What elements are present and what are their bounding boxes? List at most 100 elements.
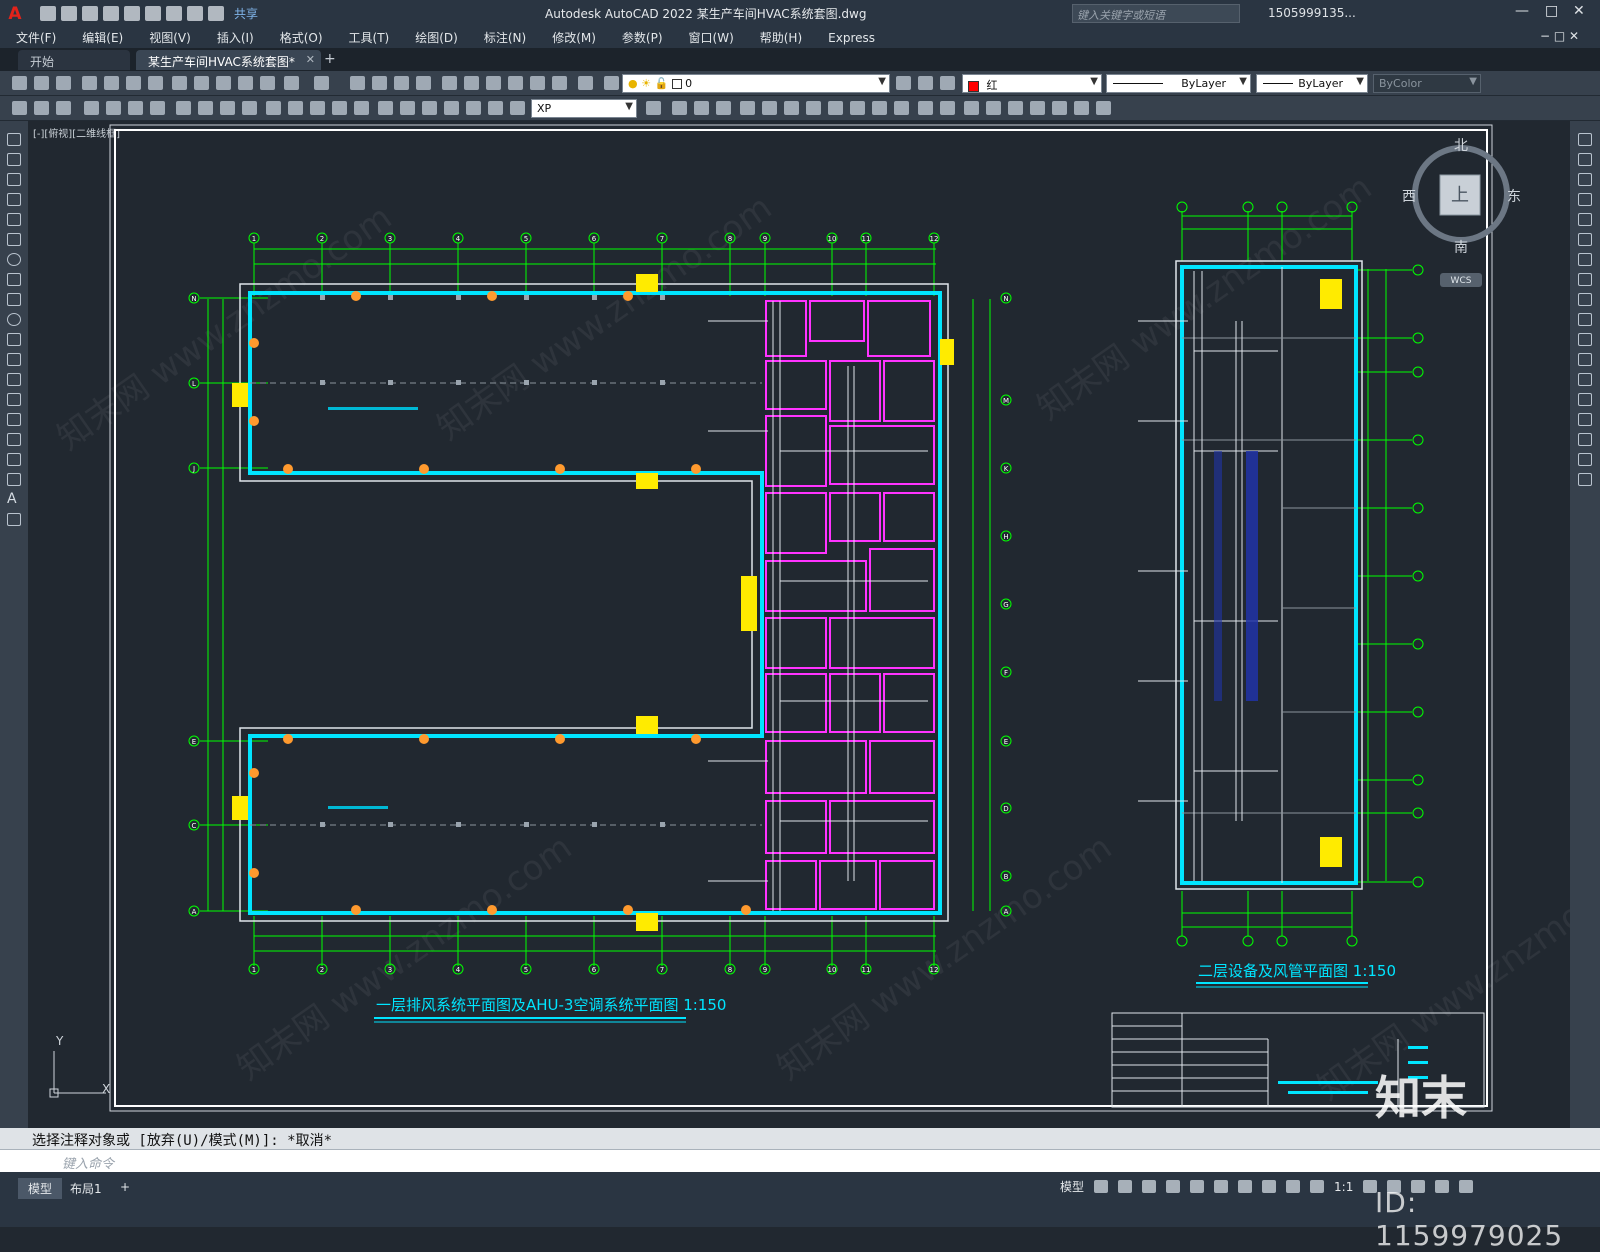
- snap-icon[interactable]: [1118, 1180, 1133, 1193]
- spline-icon[interactable]: [7, 293, 21, 306]
- chamfer-icon[interactable]: [940, 101, 955, 115]
- trim-icon[interactable]: [1578, 313, 1592, 326]
- menu-parametric[interactable]: 参数(P): [606, 29, 673, 46]
- help-icon[interactable]: [578, 76, 593, 90]
- insert-block-icon[interactable]: [7, 353, 21, 366]
- ellipse-icon[interactable]: [7, 313, 21, 326]
- rotate-icon[interactable]: [806, 101, 821, 115]
- continue-icon[interactable]: [310, 101, 325, 115]
- erase-icon[interactable]: [1578, 133, 1592, 146]
- fillet-icon[interactable]: [1578, 433, 1592, 446]
- object-snap-icon[interactable]: [1214, 1180, 1229, 1193]
- ucs-icon[interactable]: [646, 101, 661, 115]
- viewcube-west[interactable]: 西: [1402, 189, 1416, 205]
- boundary-icon[interactable]: [1052, 101, 1067, 115]
- gradient-icon[interactable]: [7, 433, 21, 446]
- menu-draw[interactable]: 绘图(D): [399, 29, 468, 46]
- stretch-icon[interactable]: [1578, 293, 1592, 306]
- viewcube-south[interactable]: 南: [1454, 240, 1468, 256]
- blend-icon[interactable]: [1578, 453, 1592, 466]
- join-icon[interactable]: [1578, 393, 1592, 406]
- menu-modify[interactable]: 修改(M): [536, 29, 606, 46]
- make-block-icon[interactable]: [7, 373, 21, 386]
- jogged-icon[interactable]: [198, 101, 213, 115]
- markup-icon[interactable]: [530, 76, 545, 90]
- sheet-set-icon[interactable]: [508, 76, 523, 90]
- add-layout-button[interactable]: +: [110, 1178, 140, 1196]
- lineweight-dropdown[interactable]: ByLayer ▼: [1256, 74, 1368, 93]
- dim-style-icon[interactable]: [34, 101, 49, 115]
- tab-start[interactable]: 开始: [18, 50, 130, 70]
- annotation-visibility-icon[interactable]: [1310, 1180, 1325, 1193]
- menu-edit[interactable]: 编辑(E): [66, 29, 133, 46]
- arc-length-icon[interactable]: [128, 101, 143, 115]
- xline-icon[interactable]: [7, 153, 21, 166]
- dim-break-icon[interactable]: [354, 101, 369, 115]
- scale-icon[interactable]: [762, 101, 777, 115]
- linetype-dropdown[interactable]: ByLayer ▼: [1106, 74, 1251, 93]
- move-icon[interactable]: [1578, 233, 1592, 246]
- make-layer-current-icon[interactable]: [896, 76, 911, 90]
- pan-icon[interactable]: [350, 76, 365, 90]
- polar-icon[interactable]: [1166, 1180, 1181, 1193]
- print-icon[interactable]: [166, 6, 182, 21]
- scale-icon[interactable]: [1578, 273, 1592, 286]
- circle-icon[interactable]: [7, 253, 21, 266]
- 3dprint-icon[interactable]: [148, 76, 163, 90]
- solid-icon[interactable]: [672, 101, 687, 115]
- ordinate-icon[interactable]: [150, 101, 165, 115]
- menu-help[interactable]: 帮助(H): [744, 29, 812, 46]
- wedge-icon[interactable]: [716, 101, 731, 115]
- jogged-linear-icon[interactable]: [444, 101, 459, 115]
- inspection-icon[interactable]: [422, 101, 437, 115]
- radius-icon[interactable]: [176, 101, 191, 115]
- quickcalc-icon[interactable]: [552, 76, 567, 90]
- aligned-dim-icon[interactable]: [106, 101, 121, 115]
- tab-layout1[interactable]: 布局1: [60, 1178, 112, 1199]
- color-dropdown[interactable]: 红 ▼: [962, 74, 1102, 93]
- dim-update-icon[interactable]: [56, 101, 71, 115]
- revcloud-icon[interactable]: [1096, 101, 1111, 115]
- polyline-icon[interactable]: [7, 173, 21, 186]
- extend-icon[interactable]: [1578, 333, 1592, 346]
- redo-icon[interactable]: [208, 6, 224, 21]
- zoom-previous-icon[interactable]: [416, 76, 431, 90]
- new-icon[interactable]: [40, 6, 56, 21]
- chamfer-icon[interactable]: [1578, 413, 1592, 426]
- viewcube[interactable]: 上 北 南 东 西 WCS: [1402, 138, 1521, 287]
- rectangle-icon[interactable]: [7, 213, 21, 226]
- stretch-icon[interactable]: [784, 101, 799, 115]
- mirror-icon[interactable]: [1578, 173, 1592, 186]
- region-icon[interactable]: [7, 453, 21, 466]
- drawing-viewport[interactable]: [-][俯视][二维线框] 知末网 www.znzmo.com 知末网 www.…: [28, 121, 1570, 1128]
- line-icon[interactable]: [7, 133, 21, 146]
- undo-icon[interactable]: [284, 76, 299, 90]
- mtext-icon[interactable]: A: [7, 492, 21, 506]
- add-tab-button[interactable]: +: [324, 51, 336, 67]
- design-center-icon[interactable]: [464, 76, 479, 90]
- tab-model[interactable]: 模型: [18, 1178, 63, 1199]
- redo-icon[interactable]: [314, 76, 329, 90]
- dim-space-icon[interactable]: [332, 101, 347, 115]
- maximize-icon[interactable]: □: [1545, 3, 1558, 19]
- layer-dropdown[interactable]: ● ☀ 🔓 0 ▼: [622, 74, 890, 93]
- explode-icon[interactable]: [1578, 473, 1592, 486]
- fillet-icon[interactable]: [918, 101, 933, 115]
- polygon-icon[interactable]: [7, 193, 21, 206]
- user-account[interactable]: 1505999135...: [1268, 6, 1356, 20]
- linear-dim-icon[interactable]: [84, 101, 99, 115]
- move-icon[interactable]: [740, 101, 755, 115]
- transparency-icon[interactable]: [1262, 1180, 1277, 1193]
- saveas-icon[interactable]: [103, 6, 119, 21]
- box-icon[interactable]: [694, 101, 709, 115]
- plot-icon[interactable]: [82, 76, 97, 90]
- break-point-icon[interactable]: [1578, 353, 1592, 366]
- publish-icon[interactable]: [126, 76, 141, 90]
- help-search-input[interactable]: 键入关键字或短语: [1072, 4, 1240, 23]
- menu-window[interactable]: 窗口(W): [673, 29, 744, 46]
- block-editor-icon[interactable]: [260, 76, 275, 90]
- quick-dim-icon[interactable]: [266, 101, 281, 115]
- arc-icon[interactable]: [7, 233, 21, 246]
- layer-manager-icon[interactable]: [604, 76, 619, 90]
- angular-icon[interactable]: [242, 101, 257, 115]
